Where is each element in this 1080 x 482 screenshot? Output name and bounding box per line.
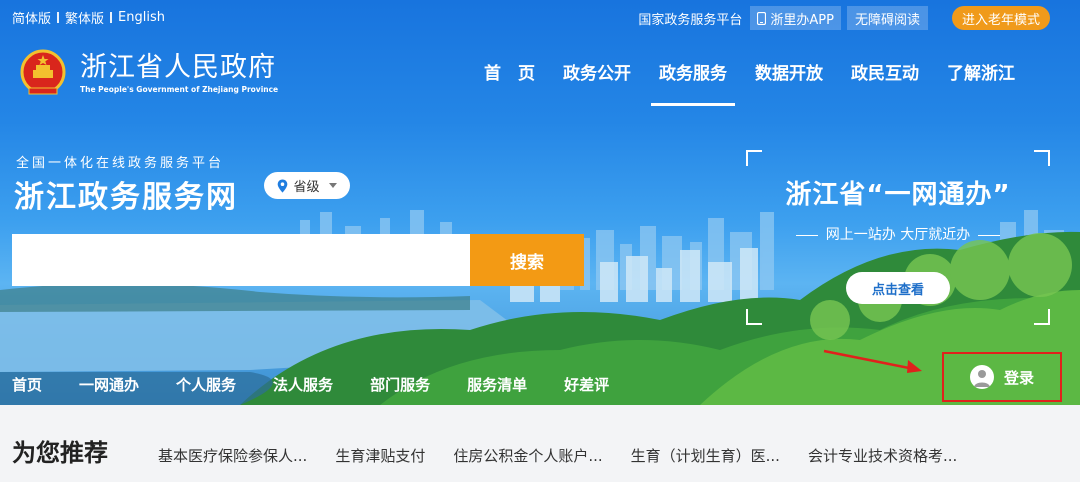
site-subtitle-en: The People's Government of Zhejiang Prov… (80, 84, 279, 94)
frame-corner (746, 309, 762, 325)
app-download-button[interactable]: 浙里办APP (750, 6, 841, 30)
recommend-item[interactable]: 基本医疗保险参保人... (158, 445, 307, 466)
recommend-item[interactable]: 住房公积金个人账户... (453, 445, 602, 466)
recommend-item[interactable]: 生育（计划生育）医... (631, 445, 780, 466)
site-title: 浙江省人民政府 (80, 51, 276, 83)
promo-panel: 浙江省“一网通办” 网上一站办 大厅就近办 点击查看 (746, 150, 1050, 325)
nav-home[interactable]: 首 页 (470, 62, 549, 86)
utility-links: 国家政务服务平台 浙里办APP 无障碍阅读 进入老年模式 (638, 6, 1050, 30)
subnav-legal-entity[interactable]: 法人服务 (273, 374, 333, 395)
recommend-item[interactable]: 生育津贴支付 (335, 445, 425, 466)
subnav-rating[interactable]: 好差评 (564, 374, 609, 395)
nav-open-data[interactable]: 数据开放 (741, 62, 837, 86)
lang-english-link[interactable]: English (118, 10, 165, 25)
nav-gov-services[interactable]: 政务服务 (645, 62, 741, 106)
promo-subtitle: 网上一站办 大厅就近办 (746, 224, 1050, 244)
user-avatar-icon (969, 365, 994, 389)
annotation-arrow-icon (823, 349, 922, 373)
divider (110, 12, 113, 23)
main-navigation: 首 页 政务公开 政务服务 数据开放 政民互动 了解浙江 (470, 62, 1029, 106)
top-utility-bar: 简体版 繁体版 English 国家政务服务平台 浙里办APP 无障碍阅读 进入… (0, 0, 1080, 34)
nav-gov-affairs[interactable]: 政务公开 (549, 62, 645, 86)
accessible-reading-button[interactable]: 无障碍阅读 (846, 6, 928, 30)
search-button[interactable]: 搜索 (470, 234, 584, 286)
recommend-title: 为您推荐 (12, 439, 108, 467)
region-selected-value: 省级 (293, 180, 320, 195)
lang-simplified-link[interactable]: 简体版 (12, 8, 51, 27)
promo-view-button[interactable]: 点击查看 (846, 272, 950, 304)
secondary-navigation: 首页 一网通办 个人服务 法人服务 部门服务 服务清单 好差评 (12, 374, 646, 408)
login-label: 登录 (1003, 368, 1034, 387)
subnav-personal[interactable]: 个人服务 (176, 374, 236, 395)
lang-traditional-link[interactable]: 繁体版 (65, 8, 104, 27)
national-platform-link[interactable]: 国家政务服务平台 (638, 9, 742, 28)
nav-interaction[interactable]: 政民互动 (837, 62, 933, 86)
divider (57, 12, 60, 23)
frame-corner (1034, 309, 1050, 325)
recommend-item[interactable]: 会计专业技术资格考... (808, 445, 957, 466)
search-input[interactable] (12, 234, 470, 286)
national-emblem-icon (20, 49, 66, 95)
elder-mode-button[interactable]: 进入老年模式 (951, 6, 1050, 30)
promo-title: 浙江省“一网通办” (785, 180, 1011, 210)
recommend-list: 基本医疗保险参保人... 生育津贴支付 住房公积金个人账户... 生育（计划生育… (158, 445, 957, 466)
nav-about-zhejiang[interactable]: 了解浙江 (933, 62, 1029, 86)
chevron-down-icon (328, 183, 337, 188)
subnav-home[interactable]: 首页 (12, 374, 43, 408)
frame-corner (746, 150, 762, 166)
phone-icon (757, 11, 767, 25)
subnav-one-stop[interactable]: 一网通办 (79, 374, 139, 395)
recommend-bar: 为您推荐 基本医疗保险参保人... 生育津贴支付 住房公积金个人账户... 生育… (0, 405, 1080, 482)
subnav-department[interactable]: 部门服务 (370, 374, 430, 395)
site-logo[interactable]: 浙江省人民政府 The People's Government of Zheji… (18, 48, 278, 98)
platform-tagline: 全国一体化在线政务服务平台 (16, 156, 225, 171)
frame-corner (1034, 150, 1050, 166)
app-download-label: 浙里办APP (770, 12, 834, 28)
region-selector[interactable]: 省级 (264, 172, 350, 199)
platform-name: 浙江政务服务网 (14, 180, 238, 215)
login-button[interactable]: 登录 (942, 352, 1062, 402)
subnav-service-list[interactable]: 服务清单 (467, 374, 527, 395)
location-pin-icon (278, 179, 288, 192)
language-switcher: 简体版 繁体版 English (12, 8, 165, 27)
